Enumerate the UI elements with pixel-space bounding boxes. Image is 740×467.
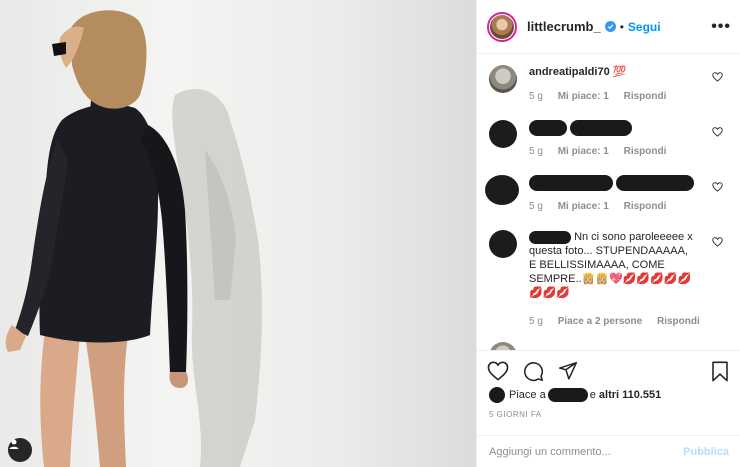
- comment-meta: 5 g Mi piace: 1 Rispondi: [529, 201, 678, 212]
- bookmark-icon[interactable]: [711, 361, 729, 385]
- author-avatar[interactable]: [487, 11, 517, 42]
- reply-button[interactable]: Rispondi: [624, 91, 667, 102]
- commenter-avatar[interactable]: [489, 120, 517, 148]
- likes-others-link[interactable]: altri 110.551: [599, 389, 661, 401]
- post-header: littlecrumb_ • Segui •••: [477, 0, 740, 54]
- like-comment-heart-icon[interactable]: [712, 126, 723, 140]
- redacted-username: [529, 120, 567, 136]
- post-date[interactable]: 5 GIORNI FA: [489, 410, 542, 419]
- comment-likes[interactable]: Piace a 2 persone: [558, 316, 643, 327]
- likes-connector: e: [589, 389, 596, 401]
- redacted-text: [616, 175, 695, 191]
- likes-summary: Piace a e altri 110.551: [489, 387, 661, 403]
- liker-avatar[interactable]: [489, 387, 505, 403]
- comment-icon[interactable]: [523, 361, 544, 385]
- commenter-avatar[interactable]: [489, 230, 517, 258]
- comment-text-block: [529, 120, 709, 136]
- add-comment-bar: Pubblica: [477, 435, 740, 467]
- more-options-button[interactable]: •••: [711, 18, 731, 36]
- comment-text-block: Nn ci sono paroleeeee x questa foto... S…: [529, 230, 697, 300]
- comment-text: 💯: [612, 66, 627, 78]
- redacted-username: [529, 230, 571, 244]
- share-icon[interactable]: [558, 361, 578, 385]
- redacted-username: [529, 175, 613, 191]
- commenter-avatar[interactable]: [489, 65, 517, 93]
- comment-likes[interactable]: Mi piace: 1: [558, 201, 609, 212]
- redacted-text: [570, 120, 633, 136]
- reply-button[interactable]: Rispondi: [624, 146, 667, 157]
- comment-time[interactable]: 5 g: [529, 91, 543, 102]
- post-photo[interactable]: [0, 0, 476, 467]
- comment-time[interactable]: 5 g: [529, 201, 543, 212]
- comment-meta: 5 g Mi piace: 1 Rispondi: [529, 91, 678, 102]
- comment-time[interactable]: 5 g: [529, 316, 543, 327]
- comment-likes[interactable]: Mi piace: 1: [558, 91, 609, 102]
- comment-text-block: andreatipaldi70 💯: [529, 65, 709, 79]
- redacted-liker: [547, 388, 588, 402]
- like-comment-heart-icon[interactable]: [712, 71, 723, 85]
- post-side-panel: littlecrumb_ • Segui ••• andreatipaldi70…: [476, 0, 740, 467]
- like-comment-heart-icon[interactable]: [712, 236, 723, 250]
- publish-button[interactable]: Pubblica: [683, 446, 729, 458]
- verified-icon: [604, 21, 616, 32]
- post-actions: Piace a e altri 110.551 5 GIORNI FA Pubb…: [477, 350, 740, 467]
- comment-text-block: [529, 175, 719, 191]
- follow-button[interactable]: Segui: [628, 20, 661, 34]
- comments-list[interactable]: andreatipaldi70 💯 5 g Mi piace: 1 Rispon…: [477, 55, 740, 350]
- comment-meta: 5 g Piace a 2 persone Rispondi: [529, 316, 712, 327]
- reply-button[interactable]: Rispondi: [657, 316, 700, 327]
- likes-prefix: Piace a: [509, 389, 546, 401]
- header-separator: •: [619, 19, 624, 34]
- comment-input[interactable]: [489, 446, 684, 458]
- comment-meta: 5 g Mi piace: 1 Rispondi: [529, 146, 678, 157]
- action-icons: [487, 361, 578, 385]
- reply-button[interactable]: Rispondi: [624, 201, 667, 212]
- like-comment-heart-icon[interactable]: [712, 181, 723, 195]
- comment-time[interactable]: 5 g: [529, 146, 543, 157]
- photo-illustration: [5, 10, 262, 467]
- comment-likes[interactable]: Mi piace: 1: [558, 146, 609, 157]
- user-tag-icon[interactable]: [8, 438, 32, 462]
- commenter-avatar[interactable]: [489, 342, 517, 350]
- author-username[interactable]: littlecrumb_: [527, 19, 601, 34]
- commenter-avatar[interactable]: [485, 175, 519, 205]
- commenter-username[interactable]: andreatipaldi70: [529, 66, 610, 78]
- heart-icon[interactable]: [487, 361, 509, 385]
